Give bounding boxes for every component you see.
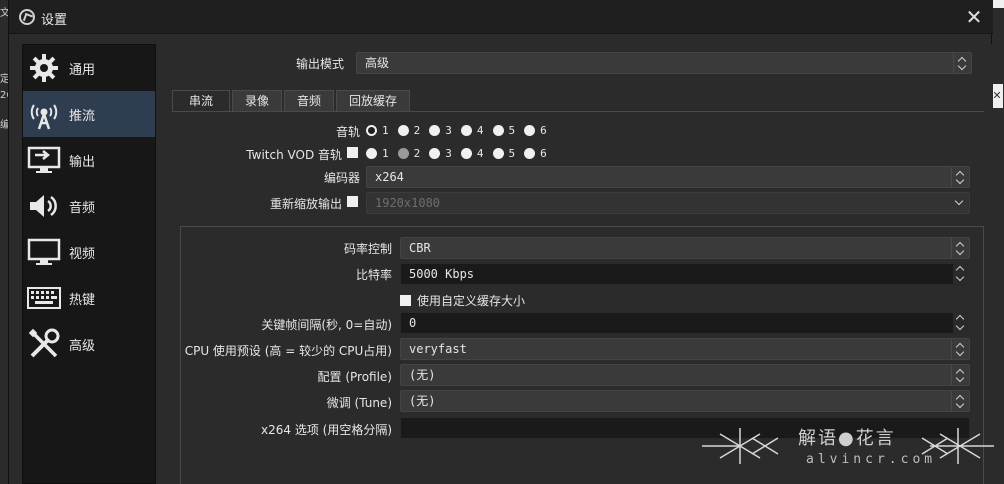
spin-buttons — [953, 313, 969, 333]
twitch-vod-radio-3[interactable]: 3 — [429, 147, 452, 160]
twitch-vod-radio-group: 1 2 3 4 5 6 — [366, 147, 556, 160]
sidebar-item-label: 视频 — [69, 246, 96, 262]
custom-buffer-checkbox[interactable] — [400, 295, 411, 306]
cpu-preset-value: veryfast — [409, 342, 467, 356]
watermark-url: alvincr.com — [806, 452, 937, 467]
chevron-updown-icon — [951, 238, 969, 258]
sidebar-item-audio[interactable]: 音频 — [23, 183, 155, 229]
profile-label: 配置 (Profile) — [317, 370, 393, 384]
increment-icon[interactable] — [953, 264, 969, 274]
encoder-value: x264 — [375, 170, 404, 184]
cpu-preset-select[interactable]: veryfast — [400, 338, 970, 360]
rescale-select[interactable]: 1920x1080 — [366, 192, 970, 214]
settings-window: 设置 ✕ 通用 推流 输出 音频 视频 热键 高级 输出模式 高级 串流 录像 … — [8, 0, 993, 484]
twitch-vod-radio-1[interactable]: 1 — [366, 147, 389, 160]
keyboard-icon — [27, 281, 61, 315]
tab-replay-buffer[interactable]: 回放缓存 — [336, 90, 411, 112]
close-button[interactable]: ✕ — [963, 6, 985, 28]
increment-icon[interactable] — [953, 313, 969, 323]
chevron-updown-icon — [953, 53, 971, 73]
chevron-down-icon — [951, 193, 969, 213]
tune-label: 微调 (Tune) — [326, 396, 392, 410]
spin-buttons — [953, 264, 969, 284]
encoder-label: 编码器 — [323, 171, 360, 185]
sidebar-item-output[interactable]: 输出 — [23, 137, 155, 183]
sidebar-item-label: 推流 — [69, 108, 96, 124]
profile-value: (无) — [409, 368, 436, 382]
audio-track-radio-6[interactable]: 6 — [524, 124, 547, 137]
decrement-icon[interactable] — [953, 323, 969, 333]
obs-logo-icon — [19, 9, 35, 25]
rescale-label: 重新缩放输出 — [269, 197, 342, 211]
audio-track-radio-3[interactable]: 3 — [429, 124, 452, 137]
sidebar-item-advanced[interactable]: 高级 — [23, 321, 155, 367]
twitch-vod-checkbox[interactable] — [347, 147, 358, 158]
speaker-icon — [27, 189, 61, 223]
sidebar-item-hotkeys[interactable]: 热键 — [23, 275, 155, 321]
watermark-text: 解语●花言 — [798, 428, 896, 449]
monitor-output-icon — [27, 143, 61, 177]
output-tabs: 串流 录像 音频 回放缓存 — [172, 90, 412, 112]
rate-control-select[interactable]: CBR — [400, 237, 970, 259]
chevron-updown-icon — [951, 167, 969, 187]
sidebar-item-stream[interactable]: 推流 — [23, 91, 155, 137]
tune-select[interactable]: (无) — [400, 390, 970, 412]
chevron-updown-icon — [951, 339, 969, 359]
audio-track-radio-4[interactable]: 4 — [460, 124, 484, 137]
settings-sidebar: 通用 推流 输出 音频 视频 热键 高级 — [22, 44, 156, 484]
twitch-vod-radio-2[interactable]: 2 — [397, 147, 420, 160]
sidebar-item-label: 输出 — [69, 154, 96, 170]
tools-icon — [27, 327, 61, 361]
sidebar-item-label: 通用 — [69, 62, 96, 78]
x264-options-label: x264 选项 (用空格分隔) — [261, 423, 392, 437]
custom-buffer-label: 使用自定义缓存大小 — [417, 294, 526, 308]
bitrate-spinbox[interactable]: 5000 Kbps — [400, 263, 970, 285]
twitch-vod-radio-4[interactable]: 4 — [460, 147, 484, 160]
audio-track-radio-1[interactable]: 1 — [366, 124, 389, 137]
sidebar-item-label: 高级 — [69, 338, 96, 354]
audio-track-radio-group: 1 2 3 4 5 6 — [366, 124, 556, 137]
output-mode-select[interactable]: 高级 — [356, 52, 972, 74]
rate-control-value: CBR — [409, 241, 431, 255]
gear-icon — [27, 51, 61, 85]
profile-select[interactable]: (无) — [400, 364, 970, 386]
sidebar-item-label: 音频 — [69, 200, 96, 216]
bitrate-value: 5000 Kbps — [409, 267, 475, 281]
output-mode-label: 输出模式 — [295, 57, 344, 71]
tab-recording[interactable]: 录像 — [232, 90, 283, 112]
rate-control-label: 码率控制 — [343, 242, 392, 256]
display-icon — [27, 235, 61, 269]
audio-track-radio-5[interactable]: 5 — [492, 124, 515, 137]
tab-streaming[interactable]: 串流 — [172, 90, 231, 112]
title-bar: 设置 ✕ — [9, 0, 993, 34]
chevron-updown-icon — [951, 365, 969, 385]
rescale-checkbox[interactable] — [347, 196, 358, 207]
keyframe-value: 0 — [409, 316, 417, 330]
output-mode-value: 高级 — [365, 56, 390, 70]
twitch-vod-radio-5[interactable]: 5 — [492, 147, 515, 160]
tab-divider — [172, 111, 984, 112]
audio-track-radio-2[interactable]: 2 — [397, 124, 420, 137]
keyframe-spinbox[interactable]: 0 — [400, 312, 970, 334]
tune-value: (无) — [409, 394, 436, 408]
decrement-icon[interactable] — [953, 274, 969, 284]
custom-buffer-row: 使用自定义缓存大小 — [400, 292, 525, 309]
window-title: 设置 — [41, 13, 68, 28]
sidebar-item-video[interactable]: 视频 — [23, 229, 155, 275]
rescale-value: 1920x1080 — [375, 196, 441, 210]
keyframe-label: 关键帧间隔(秒, 0=自动) — [261, 318, 392, 332]
cpu-preset-label: CPU 使用预设 (高 = 较少的 CPU占用) — [184, 344, 392, 358]
bitrate-label: 比特率 — [355, 268, 392, 282]
twitch-vod-radio-6[interactable]: 6 — [524, 147, 547, 160]
audio-track-label: 音轨 — [335, 125, 360, 139]
broadcast-tower-icon — [27, 97, 61, 131]
chevron-updown-icon — [951, 391, 969, 411]
tab-audio[interactable]: 音频 — [284, 90, 335, 112]
twitch-vod-label: Twitch VOD 音轨 — [246, 148, 342, 162]
watermark: 解语●花言 alvincr.com — [700, 416, 996, 476]
sidebar-item-general[interactable]: 通用 — [23, 45, 155, 91]
sidebar-item-label: 热键 — [69, 292, 96, 308]
encoder-select[interactable]: x264 — [366, 166, 970, 188]
